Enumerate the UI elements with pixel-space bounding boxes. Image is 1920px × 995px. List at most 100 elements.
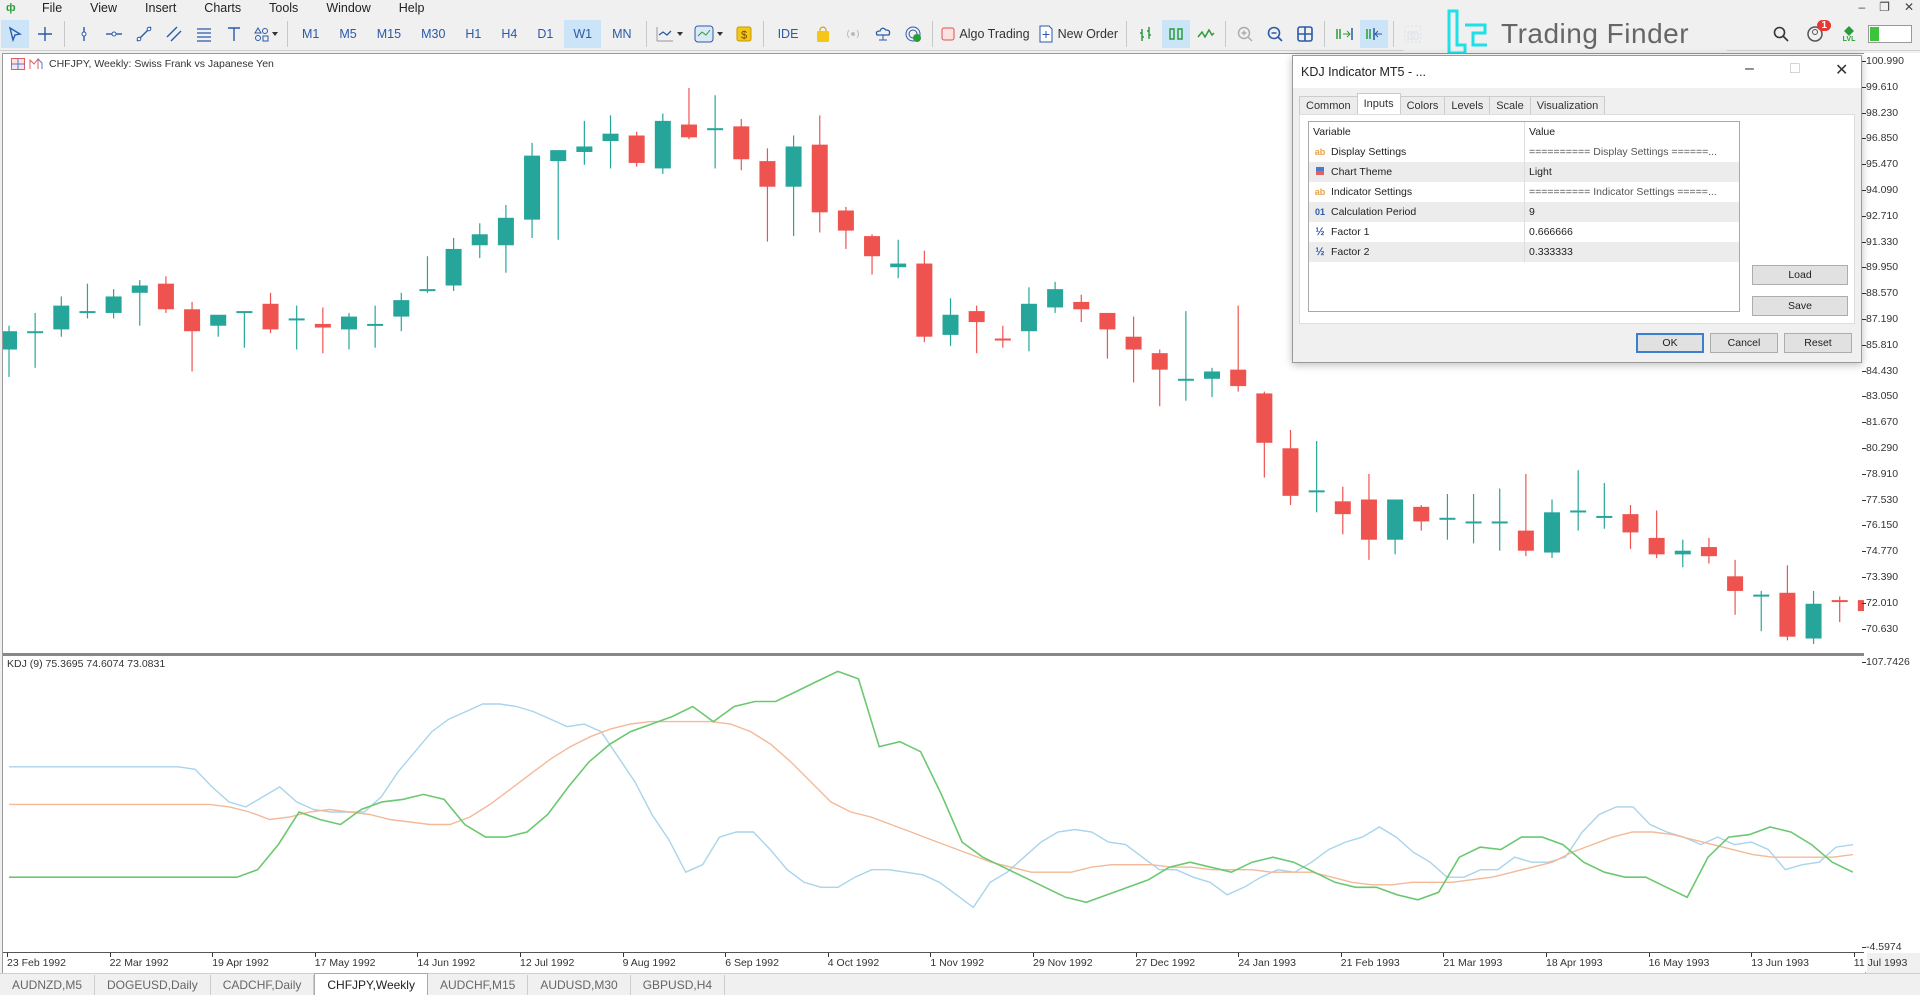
vertical-line-button[interactable] xyxy=(70,20,98,48)
kdj-indicator-chart[interactable] xyxy=(3,657,1867,949)
input-row[interactable]: ½ Factor 2 0.333333 xyxy=(1309,242,1739,262)
timeframe-mn[interactable]: MN xyxy=(603,20,640,48)
bar-chart-button[interactable] xyxy=(1132,20,1160,48)
input-row[interactable]: ab Display Settings ========== Display Se… xyxy=(1309,142,1739,162)
level-button[interactable]: LVL xyxy=(1835,20,1863,48)
timeframe-m1[interactable]: M1 xyxy=(293,20,328,48)
restore-icon[interactable]: ❐ xyxy=(1879,0,1890,16)
dialog-tab-common[interactable]: Common xyxy=(1299,96,1358,114)
cancel-button[interactable]: Cancel xyxy=(1710,333,1778,353)
line-chart-button[interactable] xyxy=(1192,20,1220,48)
menu-insert[interactable]: Insert xyxy=(131,1,190,15)
minimize-icon[interactable]: – xyxy=(1858,0,1865,16)
dialog-maximize-icon[interactable]: □ xyxy=(1790,60,1800,78)
save-button[interactable]: Save xyxy=(1752,296,1848,316)
toolbar-separator xyxy=(645,20,647,47)
timeframe-m5[interactable]: M5 xyxy=(330,20,365,48)
candle-body xyxy=(654,120,671,169)
chart-tab[interactable]: CHFJPY,Weekly xyxy=(314,973,428,995)
menu-help[interactable]: Help xyxy=(385,1,439,15)
indicator-axis[interactable]: 107.7426 -4.5974 xyxy=(1862,653,1920,953)
candle xyxy=(707,95,724,169)
crosshair-button[interactable] xyxy=(31,20,59,48)
candle-body xyxy=(184,309,201,332)
chart-tab[interactable]: AUDUSD,M30 xyxy=(528,975,631,995)
chart-tab[interactable]: GBPUSD,H4 xyxy=(631,975,726,995)
input-value[interactable]: 0.666666 xyxy=(1525,226,1573,238)
fibonacci-button[interactable] xyxy=(190,20,218,48)
dialog-tab-levels[interactable]: Levels xyxy=(1444,96,1491,114)
grid-icon xyxy=(1297,25,1313,42)
zoom-in-button[interactable] xyxy=(1231,20,1259,48)
dialog-tab-colors[interactable]: Colors xyxy=(1399,96,1446,114)
zoom-out-button[interactable] xyxy=(1261,20,1289,48)
candle-body xyxy=(1360,499,1377,540)
timeframe-m15[interactable]: M15 xyxy=(368,20,410,48)
time-axis-label: 24 Jan 1993 xyxy=(1238,953,1296,969)
dialog-tab-visualization[interactable]: Visualization xyxy=(1529,96,1606,114)
menu-window[interactable]: Window xyxy=(312,1,384,15)
chart-tab[interactable]: DOGEUSD,Daily xyxy=(95,975,211,995)
input-row[interactable]: 01 Calculation Period 9 xyxy=(1309,202,1739,222)
candle xyxy=(1256,391,1273,478)
dialog-tab-inputs[interactable]: Inputs xyxy=(1356,93,1401,114)
close-icon[interactable]: ✕ xyxy=(1904,0,1914,16)
chart-tab[interactable]: AUDNZD,M5 xyxy=(0,975,96,995)
candle xyxy=(759,148,776,242)
menu-tools[interactable]: Tools xyxy=(255,1,312,15)
candle xyxy=(1517,473,1534,557)
input-value[interactable]: 0.333333 xyxy=(1525,246,1573,258)
trendline-button[interactable] xyxy=(130,20,158,48)
tile-windows-button[interactable] xyxy=(1291,20,1319,48)
chart-tab[interactable]: CADCHF,Daily xyxy=(211,975,315,995)
menu-charts[interactable]: Charts xyxy=(190,1,255,15)
community-button[interactable] xyxy=(899,20,927,48)
chart-tab[interactable]: AUDCHF,M15 xyxy=(428,975,529,995)
input-value[interactable]: 9 xyxy=(1525,206,1535,218)
input-row[interactable]: Chart Theme Light xyxy=(1309,162,1739,182)
timeframe-w1[interactable]: W1 xyxy=(564,19,602,48)
input-value[interactable]: ========== Display Settings ======... xyxy=(1525,146,1717,158)
candle-body xyxy=(680,124,697,138)
price-axis[interactable]: 100.990 99.610 98.230 96.850 95.470 94.090 92.… xyxy=(1861,53,1920,653)
ok-button[interactable]: OK xyxy=(1636,333,1704,353)
candle-body xyxy=(1413,506,1430,522)
timeframe-h4[interactable]: H4 xyxy=(492,20,526,48)
new-order-button[interactable]: New Order xyxy=(1035,20,1121,48)
ide-button[interactable]: IDE xyxy=(769,20,808,48)
load-button[interactable]: Load xyxy=(1752,265,1848,285)
dialog-tab-scale[interactable]: Scale xyxy=(1489,96,1531,114)
reset-button[interactable]: Reset xyxy=(1784,333,1852,353)
algo-trading-button[interactable]: Algo Trading xyxy=(938,20,1032,48)
input-value[interactable]: Light xyxy=(1525,166,1552,178)
market-button[interactable]: $ xyxy=(730,20,758,48)
timeframe-h1[interactable]: H1 xyxy=(456,20,490,48)
candle-body xyxy=(1622,514,1639,533)
vps-button[interactable] xyxy=(869,20,897,48)
market-bag-button[interactable] xyxy=(809,20,837,48)
timeframe-m30[interactable]: M30 xyxy=(412,20,454,48)
signals-button[interactable] xyxy=(839,20,867,48)
input-value[interactable]: ========== Indicator Settings =====... xyxy=(1525,186,1717,198)
text-tool-button[interactable] xyxy=(220,20,248,48)
search-button[interactable] xyxy=(1767,20,1795,48)
input-row[interactable]: ½ Factor 1 0.666666 xyxy=(1309,222,1739,242)
menu-file[interactable]: File xyxy=(28,1,76,15)
pane-divider[interactable] xyxy=(3,653,1867,656)
chart-shift-button[interactable] xyxy=(1360,19,1389,48)
horizontal-line-button[interactable] xyxy=(100,20,128,48)
timeframe-d1[interactable]: D1 xyxy=(528,20,562,48)
notifications-button[interactable]: 1 xyxy=(1797,20,1833,48)
menu-view[interactable]: View xyxy=(76,1,131,15)
channel-button[interactable] xyxy=(160,20,188,48)
indicators-dropdown[interactable] xyxy=(652,20,688,48)
dialog-minimize-icon[interactable]: – xyxy=(1745,60,1754,78)
dialog-close-icon[interactable]: ✕ xyxy=(1835,60,1848,80)
auto-scroll-button[interactable] xyxy=(1330,20,1358,48)
dialog-titlebar[interactable]: KDJ Indicator MT5 - ... xyxy=(1293,56,1861,88)
shapes-button[interactable] xyxy=(250,20,282,48)
templates-dropdown[interactable] xyxy=(690,20,728,48)
cursor-tool-button[interactable] xyxy=(1,19,29,48)
input-row[interactable]: ab Indicator Settings ========== Indicato… xyxy=(1309,182,1739,202)
candlestick-chart-button[interactable] xyxy=(1162,19,1191,48)
